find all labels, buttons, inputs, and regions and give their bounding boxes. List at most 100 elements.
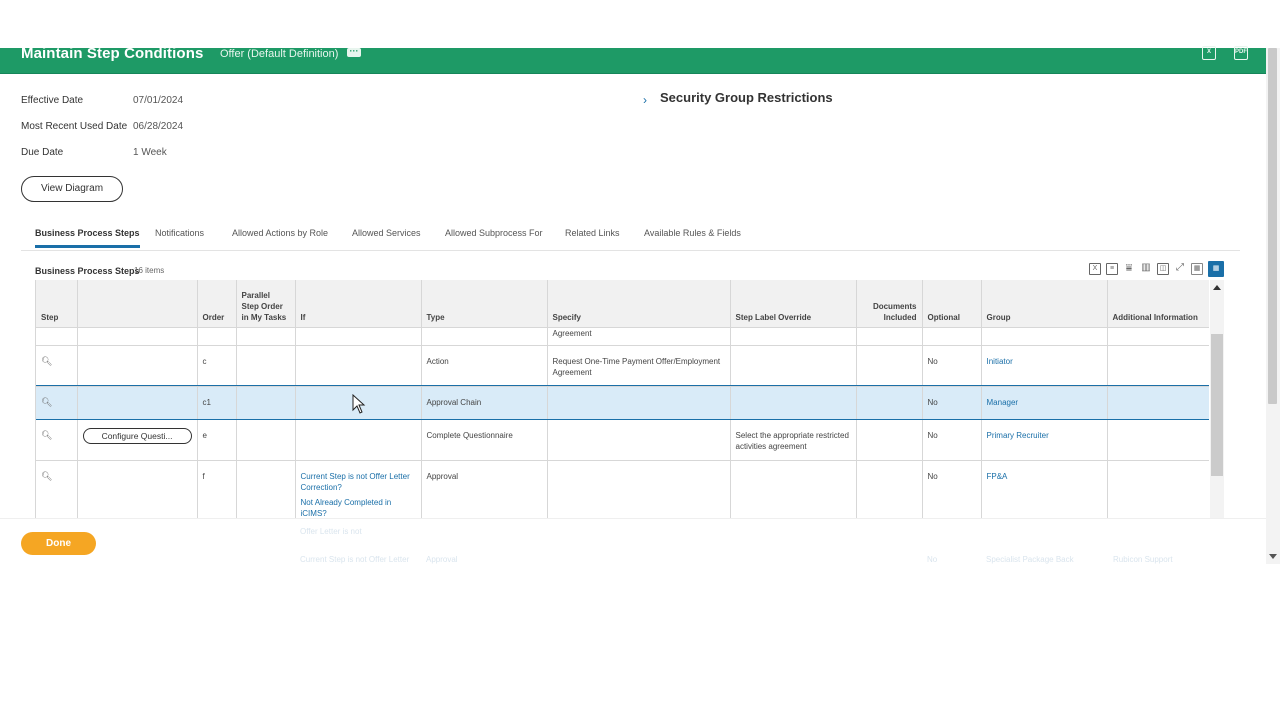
tab-notifications[interactable]: Notifications (155, 228, 204, 238)
column-header[interactable]: Documents Included (856, 280, 923, 328)
column-header[interactable]: Additional Information (1107, 280, 1209, 328)
page-scrollbar-thumb[interactable] (1268, 48, 1277, 404)
done-button[interactable]: Done (21, 532, 96, 555)
optional-cell: No (922, 419, 982, 461)
group-link[interactable]: Manager (981, 386, 1108, 420)
magnifier-icon[interactable]: 🔍︎ (41, 356, 52, 366)
grid-view-icon[interactable]: ▦ (1208, 261, 1224, 277)
optional-cell: No (922, 345, 982, 387)
label-override-cell (730, 386, 857, 420)
group-link[interactable]: Primary Recruiter (981, 419, 1108, 461)
table-cell (922, 327, 982, 346)
table-row[interactable]: Agreement (36, 327, 1209, 346)
view-diagram-button[interactable]: View Diagram (21, 176, 123, 202)
excel-export-icon[interactable]: X (1202, 46, 1216, 60)
faded-text: Approval (426, 555, 458, 564)
table-row-selected[interactable]: 🔍︎ c1 Approval Chain No Manager (36, 385, 1209, 420)
group-link[interactable]: Initiator (981, 345, 1108, 387)
faded-text: Current Step is not Offer Letter (300, 555, 410, 564)
scroll-down-arrow-icon[interactable] (1269, 554, 1277, 559)
magnifier-icon[interactable]: 🔍︎ (41, 471, 52, 481)
order-cell: e (197, 419, 237, 461)
tab-allowed-subprocess-for[interactable]: Allowed Subprocess For (445, 228, 543, 238)
tab-allowed-actions-by-role[interactable]: Allowed Actions by Role (232, 228, 328, 238)
condition-link[interactable]: Current Step is not Offer Letter Correct… (301, 471, 416, 493)
field-label: Most Recent Used Date (21, 121, 128, 132)
most-recent-used-date-field: Most Recent Used Date 06/28/2024 (21, 118, 321, 134)
if-cell (295, 345, 422, 387)
magnifier-icon[interactable]: 🔍︎ (36, 460, 78, 518)
table-cell (856, 327, 923, 346)
column-header[interactable]: Step Label Override (730, 280, 857, 328)
table-cell: Configure Questi... (77, 419, 198, 461)
magnifier-icon[interactable]: 🔍︎ (36, 386, 78, 420)
tab-available-rules-fields[interactable]: Available Rules & Fields (644, 228, 741, 238)
page-title: Maintain Step Conditions (21, 45, 204, 62)
table-row[interactable]: 🔍︎ f Current Step is not Offer Letter Co… (36, 460, 1209, 518)
specify-cell (547, 419, 731, 461)
table-cell (295, 327, 422, 346)
table-cell (856, 386, 923, 420)
table-row[interactable]: 🔍︎ Configure Questi... e Complete Questi… (36, 419, 1209, 461)
mouse-cursor-icon (352, 394, 366, 414)
magnifier-icon[interactable]: 🔍︎ (36, 419, 78, 461)
security-group-restrictions-label: Security Group Restrictions (660, 90, 833, 105)
table-cell (197, 327, 237, 346)
specify-cell (547, 386, 731, 420)
page-subtitle: Offer (Default Definition) (220, 48, 339, 60)
tab-business-process-steps[interactable]: Business Process Steps (35, 228, 140, 248)
column-header[interactable]: Group (981, 280, 1108, 328)
table-cell (77, 327, 198, 346)
table-row[interactable]: 🔍︎ c Action Request One-Time Payment Off… (36, 345, 1209, 387)
column-header[interactable]: Parallel Step Order in My Tasks (236, 280, 296, 328)
tab-related-links[interactable]: Related Links (565, 228, 620, 238)
grid-count: 16 items (134, 266, 165, 275)
optional-cell: No (922, 460, 982, 518)
table-cell (236, 386, 296, 420)
table-view-icon[interactable]: ▦ (1191, 263, 1203, 275)
column-header[interactable]: Order (197, 280, 237, 328)
table-cell (77, 460, 198, 518)
group-link[interactable]: FP&A (981, 460, 1108, 518)
table-scrollbar-thumb[interactable] (1211, 334, 1223, 476)
column-header (77, 280, 198, 328)
business-process-steps-table: Step Order Parallel Step Order in My Tas… (35, 280, 1209, 518)
table-cell (856, 419, 923, 461)
specify-cell (547, 460, 731, 518)
faded-text: Rubicon Support (1113, 555, 1173, 564)
magnifier-icon[interactable]: 🔍︎ (41, 397, 52, 407)
table-cell (236, 419, 296, 461)
column-header[interactable]: Type (421, 280, 548, 328)
column-header[interactable]: Step (36, 280, 78, 328)
ellipsis-icon[interactable]: ··· (347, 47, 361, 57)
scroll-up-arrow-icon[interactable] (1213, 285, 1221, 290)
table-cell (981, 327, 1108, 346)
tab-allowed-services[interactable]: Allowed Services (352, 228, 421, 238)
page-scrollbar[interactable] (1266, 48, 1280, 564)
table-scrollbar[interactable] (1210, 280, 1224, 518)
filter-icon[interactable]: ⩸ (1123, 263, 1135, 275)
column-header[interactable]: Optional (922, 280, 982, 328)
column-header[interactable]: If (295, 280, 422, 328)
configure-questionnaire-button[interactable]: Configure Questi... (82, 427, 192, 444)
expand-icon[interactable]: ⤢ (1174, 263, 1186, 275)
chart-icon[interactable]: ▥ (1140, 263, 1152, 275)
tab-bar: Business Process Steps Notifications All… (21, 223, 1240, 251)
condition-link[interactable]: Not Already Completed in iCIMS? (301, 497, 416, 519)
excel-export-icon[interactable]: X (1089, 263, 1101, 275)
pdf-export-icon[interactable]: PDF (1234, 46, 1248, 60)
columns-icon[interactable]: ◫ (1157, 263, 1169, 275)
field-value: 1 Week (133, 147, 167, 158)
magnifier-icon[interactable]: 🔍︎ (36, 345, 78, 387)
table-cell (421, 327, 548, 346)
column-header[interactable]: Specify (547, 280, 731, 328)
if-cell: Current Step is not Offer Letter Correct… (295, 460, 422, 519)
print-icon[interactable]: ≡ (1106, 263, 1118, 275)
label-override-cell (730, 460, 857, 518)
magnifier-icon[interactable]: 🔍︎ (41, 430, 52, 440)
table-cell (1107, 419, 1209, 461)
faded-text: Specialist Package Back (986, 555, 1074, 564)
table-cell (77, 345, 198, 387)
grid-title: Business Process Steps (35, 266, 140, 276)
table-cell (236, 460, 296, 518)
